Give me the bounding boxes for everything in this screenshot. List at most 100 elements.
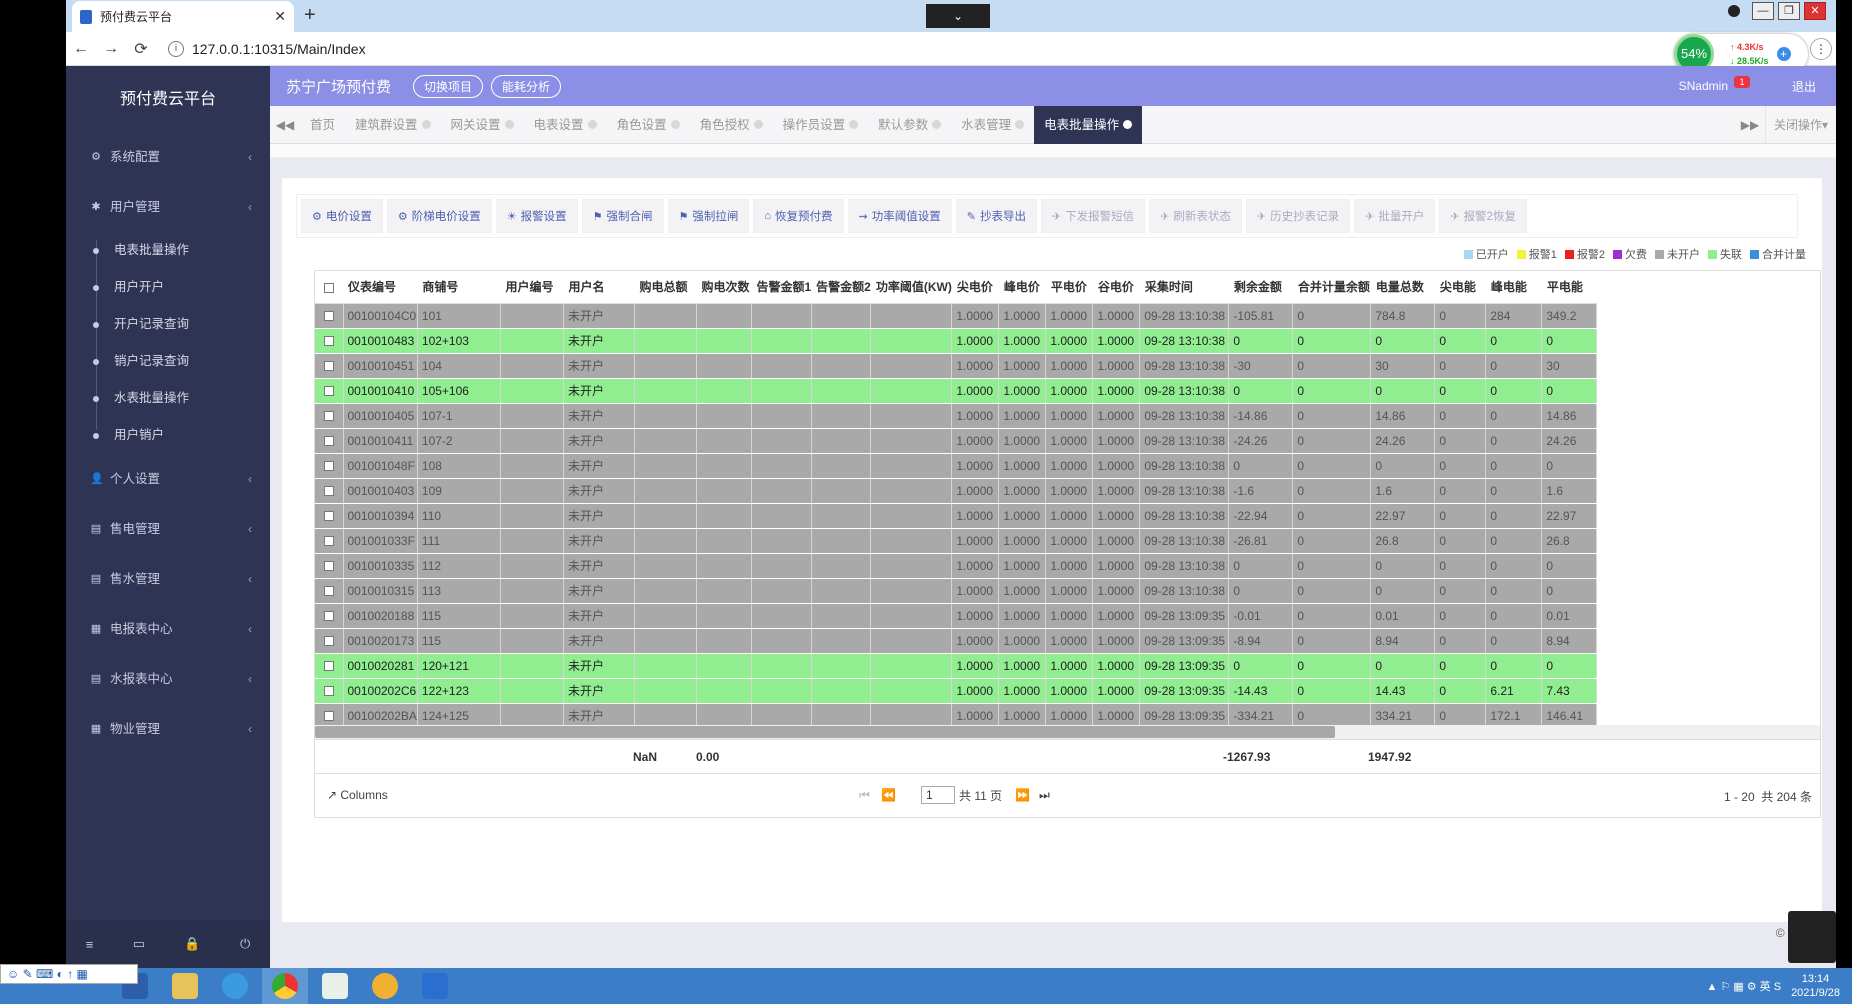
send-alarm-sms-button[interactable]: ✈ 下发报警短信 bbox=[1040, 199, 1146, 233]
subitem-close-account[interactable]: 用户销户 bbox=[66, 417, 270, 454]
row-checkbox[interactable] bbox=[315, 528, 344, 554]
ime-toolbar[interactable]: ☺ ✎ ⌨ ◐ ↑ ▦ bbox=[0, 964, 138, 984]
tabs-prev-button[interactable]: ◀◀ bbox=[270, 118, 300, 132]
checkbox-icon[interactable] bbox=[323, 561, 334, 572]
monitor-icon[interactable]: ▭ bbox=[133, 936, 145, 952]
power-threshold-button[interactable]: ⇝ 功率阈值设置 bbox=[847, 199, 952, 233]
row-checkbox[interactable] bbox=[315, 428, 344, 454]
checkbox-icon[interactable] bbox=[323, 586, 334, 597]
scrollbar-thumb[interactable] bbox=[315, 726, 1335, 738]
taskbar-tool[interactable] bbox=[362, 968, 408, 1004]
sidebar-item-property[interactable]: ▦ 物业管理 ‹ bbox=[66, 704, 270, 754]
checkbox-icon[interactable] bbox=[323, 436, 334, 447]
chat-widget-button[interactable] bbox=[1788, 911, 1836, 963]
checkbox-icon[interactable] bbox=[323, 386, 334, 397]
force-open-button[interactable]: ⚑ 强制拉闸 bbox=[667, 199, 750, 233]
checkbox-icon[interactable] bbox=[323, 711, 334, 722]
url-field[interactable]: 127.0.0.1:10315/Main/Index bbox=[192, 41, 366, 57]
checkbox-icon[interactable] bbox=[323, 611, 334, 622]
close-window-button[interactable]: ✕ bbox=[1804, 2, 1826, 20]
power-icon[interactable]: ⏻ bbox=[240, 936, 250, 952]
energy-analysis-button[interactable]: 能耗分析 bbox=[491, 74, 562, 98]
row-checkbox[interactable] bbox=[315, 403, 344, 429]
close-operations-menu[interactable]: 关闭操作▾ bbox=[1764, 106, 1836, 144]
tab-close-icon[interactable] bbox=[1015, 120, 1025, 129]
row-checkbox[interactable] bbox=[315, 453, 344, 479]
table-row[interactable]: 0010020173 115 未开户 1.0000 1.0000 1.0000 1.0000… bbox=[315, 628, 1598, 654]
row-checkbox[interactable] bbox=[315, 503, 344, 529]
tab-meter-batch[interactable]: 电表批量操作 bbox=[1034, 105, 1143, 144]
tab-close-icon[interactable] bbox=[1123, 120, 1133, 129]
tabs-next-button[interactable]: ▶▶ bbox=[1735, 118, 1765, 132]
table-row[interactable]: 0010010405 107-1 未开户 1.0000 1.0000 1.0000 1.00… bbox=[315, 403, 1598, 429]
subitem-close-records[interactable]: 销户记录查询 bbox=[66, 343, 270, 380]
notification-badge[interactable]: 1 bbox=[1734, 76, 1750, 88]
forward-button[interactable]: → bbox=[96, 40, 126, 58]
row-checkbox[interactable] bbox=[315, 378, 344, 404]
checkbox-icon[interactable] bbox=[323, 536, 334, 547]
sidebar-item-water-reports[interactable]: ▤ 水报表中心 ‹ bbox=[66, 654, 270, 704]
row-checkbox[interactable] bbox=[315, 678, 344, 704]
browser-menu-icon[interactable]: ⋮ bbox=[1810, 38, 1832, 60]
table-row[interactable]: 00100202C6 122+123 未开户 1.0000 1.0000 1.0000 1.… bbox=[315, 678, 1598, 704]
export-readings-button[interactable]: ✎ 抄表导出 bbox=[955, 199, 1037, 233]
table-row[interactable]: 0010010403 109 未开户 1.0000 1.0000 1.0000 1.0000… bbox=[315, 478, 1598, 504]
alarm-setting-button[interactable]: ☀ 报警设置 bbox=[495, 199, 578, 233]
tab-home[interactable]: 首页 bbox=[300, 106, 345, 144]
sidebar-item-water-sales[interactable]: ▤ 售水管理 ‹ bbox=[66, 554, 270, 604]
price-setting-button[interactable]: ⚙ 电价设置 bbox=[301, 199, 383, 233]
force-close-button[interactable]: ⚑ 强制合闸 bbox=[581, 199, 664, 233]
tray-icons[interactable]: ▲ ⚐ ▦ ⚙ 英 S bbox=[1706, 978, 1781, 994]
table-row[interactable]: 00100104C0 101 未开户 1.0000 1.0000 1.0000 1.0000… bbox=[315, 303, 1598, 329]
row-checkbox[interactable] bbox=[315, 603, 344, 629]
prev-page-button[interactable]: ⏪ bbox=[881, 788, 896, 802]
checkbox-icon[interactable] bbox=[323, 486, 334, 497]
last-page-button[interactable]: ⏭ bbox=[1039, 788, 1050, 803]
history-readings-button[interactable]: ✈ 历史抄表记录 bbox=[1245, 199, 1351, 233]
username[interactable]: SNadmin bbox=[1679, 79, 1728, 93]
net-plus-icon[interactable]: + bbox=[1776, 47, 1791, 61]
batch-open-button[interactable]: ✈ 批量开户 bbox=[1354, 199, 1436, 233]
subitem-open-records[interactable]: 开户记录查询 bbox=[66, 306, 270, 343]
sidebar-item-electric-sales[interactable]: ▤ 售电管理 ‹ bbox=[66, 504, 270, 554]
alarm2-restore-button[interactable]: ✈ 报警2恢复 bbox=[1439, 199, 1527, 233]
tier-price-button[interactable]: ⚙ 阶梯电价设置 bbox=[386, 199, 492, 233]
tab-close-icon[interactable] bbox=[670, 120, 680, 129]
tab-close-icon[interactable] bbox=[932, 120, 942, 129]
tab-water[interactable]: 水表管理 bbox=[951, 106, 1034, 144]
tab-defaults[interactable]: 默认参数 bbox=[868, 106, 951, 144]
row-checkbox[interactable] bbox=[315, 578, 344, 604]
taskbar-explorer[interactable] bbox=[162, 968, 208, 1004]
sidebar-item-personal[interactable]: 👤 个人设置 ‹ bbox=[66, 454, 270, 504]
sidebar-item-system-config[interactable]: ⚙ 系统配置 ‹ bbox=[66, 132, 270, 182]
checkbox-icon[interactable] bbox=[323, 661, 334, 672]
profile-icon[interactable] bbox=[1728, 5, 1740, 17]
checkbox-icon[interactable] bbox=[323, 411, 334, 422]
back-button[interactable]: ← bbox=[66, 40, 96, 58]
tab-gateway[interactable]: 网关设置 bbox=[441, 106, 524, 144]
row-checkbox[interactable] bbox=[315, 628, 344, 654]
logout-button[interactable]: 退出 bbox=[1792, 78, 1816, 95]
subitem-meter-batch[interactable]: 电表批量操作 bbox=[66, 232, 270, 269]
tab-close-icon[interactable] bbox=[587, 120, 597, 129]
tab-close-icon[interactable] bbox=[753, 120, 763, 129]
table-row[interactable]: 0010010394 110 未开户 1.0000 1.0000 1.0000 1.0000… bbox=[315, 503, 1598, 529]
refresh-status-button[interactable]: ✈ 刷新表状态 bbox=[1149, 199, 1242, 233]
subitem-open-account[interactable]: 用户开户 bbox=[66, 269, 270, 306]
table-row[interactable]: 0010020281 120+121 未开户 1.0000 1.0000 1.0000 1.… bbox=[315, 653, 1598, 679]
taskbar-ie[interactable] bbox=[212, 968, 258, 1004]
clock[interactable]: 13:14 2021/9/28 bbox=[1791, 972, 1840, 1000]
row-checkbox[interactable] bbox=[315, 328, 344, 354]
minimize-button[interactable]: — bbox=[1752, 2, 1774, 20]
checkbox-icon[interactable] bbox=[323, 361, 334, 372]
tab-close-icon[interactable] bbox=[421, 120, 431, 129]
sidebar-item-electric-reports[interactable]: ▦ 电报表中心 ‹ bbox=[66, 604, 270, 654]
site-info-icon[interactable]: i bbox=[168, 40, 184, 57]
lock-icon[interactable]: 🔒 bbox=[184, 936, 200, 952]
taskbar-chrome[interactable] bbox=[262, 968, 308, 1004]
table-row[interactable]: 0010010483 102+103 未开户 1.0000 1.0000 1.0000 1.… bbox=[315, 328, 1598, 354]
tab-operator[interactable]: 操作员设置 bbox=[773, 106, 869, 144]
subitem-water-batch[interactable]: 水表批量操作 bbox=[66, 380, 270, 417]
switch-project-button[interactable]: 切换项目 bbox=[413, 74, 484, 98]
horizontal-scrollbar[interactable] bbox=[315, 725, 1820, 739]
